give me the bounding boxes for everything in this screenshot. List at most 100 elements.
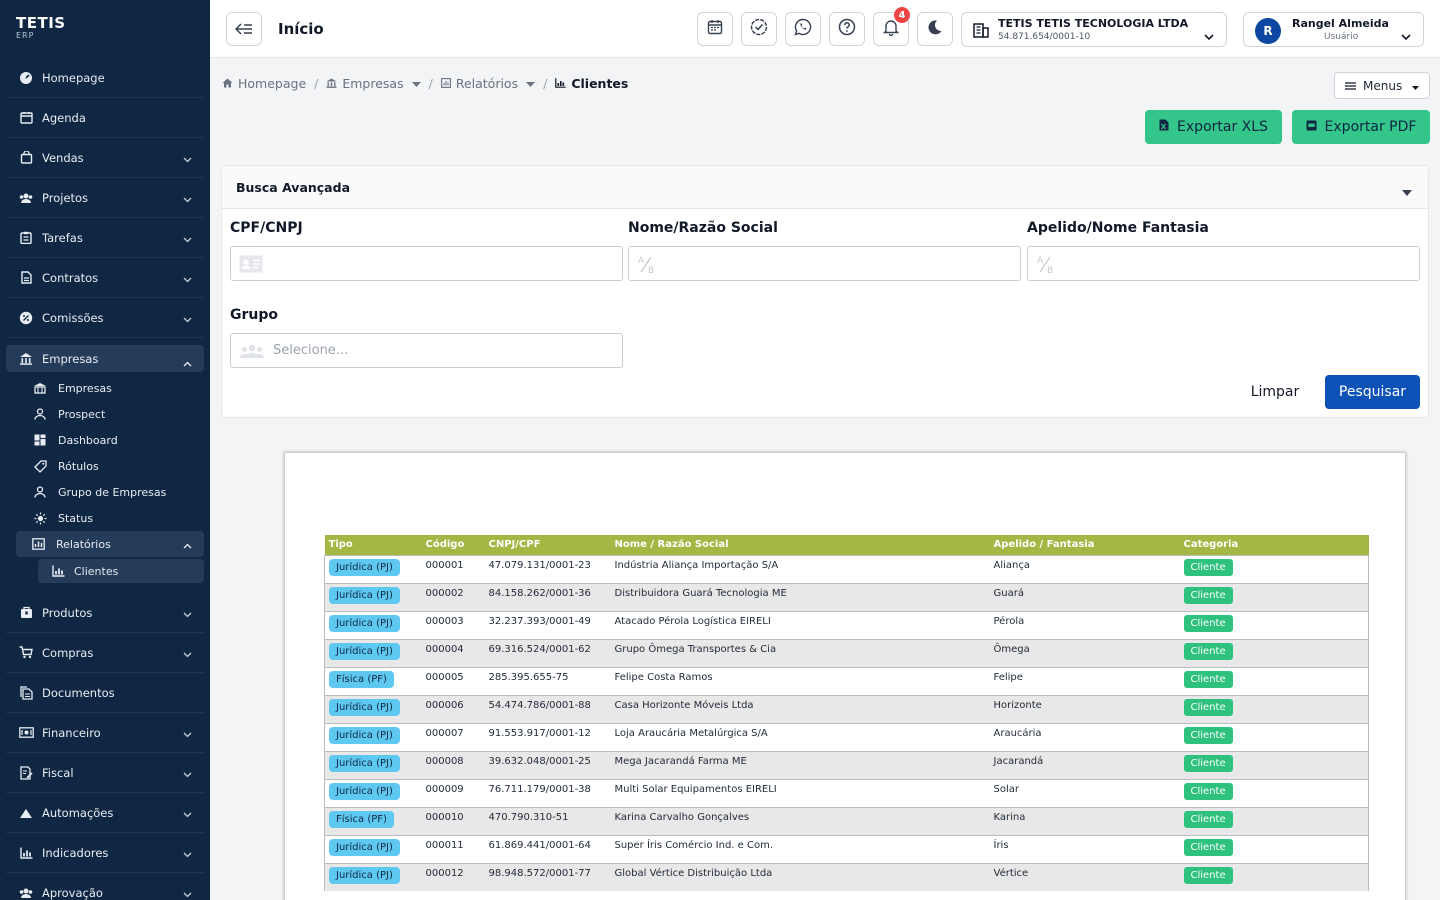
cell-apelido: Ômega: [989, 638, 1180, 667]
collapse-sidebar-button[interactable]: [226, 12, 262, 46]
column-header-codigo: Código: [421, 535, 485, 555]
tipo-badge: Jurídica (PJ): [329, 866, 400, 884]
top-bar: Início 4 TETIS TETIS TECNOLOGIA LTDA 54.…: [210, 0, 1440, 58]
sidebar-subitem-rotulos[interactable]: Rótulos: [6, 453, 204, 479]
sidebar-item-label: Compras: [42, 645, 94, 660]
cell-categoria: Cliente: [1179, 694, 1369, 723]
cell-categoria: Cliente: [1179, 834, 1369, 863]
sidebar-item-homepage[interactable]: Homepage: [6, 58, 204, 98]
sidebar-subitem-relatorios[interactable]: Relatórios: [16, 531, 204, 557]
cell-tipo: Física (PF): [324, 666, 422, 695]
breadcrumb-empresas[interactable]: Empresas: [326, 76, 421, 91]
company-cnpj: 54.871.654/0001-10: [998, 32, 1091, 42]
grupo-select[interactable]: Selecione...: [230, 333, 623, 368]
chart-icon: [30, 537, 46, 551]
sidebar-item-label: Documentos: [42, 685, 115, 700]
chevron-down-icon: [1204, 26, 1214, 45]
help-button[interactable]: [829, 12, 865, 46]
cpf-cnpj-input[interactable]: [230, 246, 623, 281]
table-row: Jurídica (PJ) 000002 84.158.262/0001-36 Dis…: [324, 582, 1369, 611]
categoria-badge: Cliente: [1183, 754, 1233, 772]
sidebar-item-compras[interactable]: Compras: [6, 633, 204, 673]
sidebar-item-vendas[interactable]: Vendas: [6, 138, 204, 178]
categoria-badge: Cliente: [1183, 586, 1233, 604]
cell-nome: Felipe Costa Ramos: [610, 666, 990, 695]
cell-codigo: 000005: [421, 666, 485, 695]
approval-button[interactable]: [741, 12, 777, 46]
user-menu[interactable]: R Rangel Almeida Usuário: [1243, 12, 1424, 47]
breadcrumb-relatorios[interactable]: Relatórios: [440, 76, 536, 91]
cell-tipo: Jurídica (PJ): [324, 554, 422, 583]
menus-dropdown-button[interactable]: Menus: [1334, 72, 1430, 99]
sidebar-subitem-empresas[interactable]: Empresas: [6, 375, 204, 401]
sidebar-item-indicadores[interactable]: Indicadores: [6, 833, 204, 873]
sidebar-item-documentos[interactable]: Documentos: [6, 673, 204, 713]
export-pdf-label: Exportar PDF: [1324, 119, 1417, 135]
sidebar-item-contratos[interactable]: Contratos: [6, 258, 204, 298]
people-icon: [18, 190, 34, 206]
cell-tipo: Jurídica (PJ): [324, 862, 422, 891]
company-selector[interactable]: TETIS TETIS TECNOLOGIA LTDA 54.871.654/0…: [961, 12, 1227, 47]
chevron-down-icon: [183, 192, 192, 206]
cell-categoria: Cliente: [1179, 582, 1369, 611]
sidebar-subitem-grupo-de-empresas[interactable]: Grupo de Empresas: [6, 479, 204, 505]
sidebar-item-label: Tarefas: [42, 230, 83, 245]
sidebar-item-comissoes[interactable]: Comissões: [6, 298, 204, 338]
apelido-nome-fantasia-input[interactable]: AB: [1027, 246, 1420, 281]
breadcrumb-separator: /: [543, 76, 548, 91]
dark-mode-toggle[interactable]: [917, 12, 953, 46]
sidebar-item-label: Aprovação: [42, 885, 103, 900]
sidebar-subitem-prospect[interactable]: Prospect: [6, 401, 204, 427]
cell-codigo: 000001: [421, 554, 485, 583]
sidebar-item-produtos[interactable]: Produtos: [6, 593, 204, 633]
bank-icon: [326, 76, 337, 91]
building-icon: [973, 22, 989, 42]
cell-cnpj-cpf: 91.553.917/0001-12: [484, 722, 611, 751]
cell-apelido: Pérola: [989, 610, 1180, 639]
sidebar-subitem-status[interactable]: Status: [6, 505, 204, 531]
export-xls-button[interactable]: Exportar XLS: [1145, 110, 1282, 144]
cell-nome: Loja Araucária Metalúrgica S/A: [610, 722, 990, 751]
calendar-button[interactable]: [697, 12, 733, 46]
breadcrumb-separator: /: [428, 76, 433, 91]
export-pdf-button[interactable]: Exportar PDF: [1292, 110, 1430, 144]
sidebar-item-agenda[interactable]: Agenda: [6, 98, 204, 138]
sidebar-item-projetos[interactable]: Projetos: [6, 178, 204, 218]
breadcrumb-home[interactable]: Homepage: [222, 76, 306, 91]
chevron-down-icon: [183, 807, 192, 821]
sidebar-item-financeiro[interactable]: Financeiro: [6, 713, 204, 753]
cell-codigo: 000011: [421, 834, 485, 863]
sidebar-item-fiscal[interactable]: Fiscal: [6, 753, 204, 793]
search-button[interactable]: Pesquisar: [1325, 375, 1420, 409]
advanced-search-header[interactable]: Busca Avançada: [222, 166, 1428, 209]
sidebar-subitem-clientes[interactable]: Clientes: [38, 559, 204, 583]
brand-logo[interactable]: TETIS ERP: [0, 0, 210, 58]
clear-button[interactable]: Limpar: [1243, 375, 1307, 409]
box-icon: [18, 605, 34, 621]
calendar-icon: [18, 110, 34, 126]
sidebar-subitem-label: Clientes: [74, 564, 119, 578]
sidebar-item-empresas[interactable]: Empresas: [6, 345, 204, 372]
whatsapp-button[interactable]: [785, 12, 821, 46]
notifications-button[interactable]: 4: [873, 7, 910, 46]
sidebar-item-aprovacao[interactable]: Aprovação: [6, 873, 204, 900]
sidebar-subitem-label: Empresas: [58, 381, 112, 395]
sidebar-item-tarefas[interactable]: Tarefas: [6, 218, 204, 258]
clipboard-icon: [18, 230, 34, 246]
sidebar-subitem-label: Prospect: [58, 407, 106, 421]
sidebar: TETIS ERP Homepage Agenda Vendas Projeto…: [0, 0, 210, 900]
tipo-badge: Física (PF): [329, 670, 394, 688]
chevron-down-icon: [183, 232, 192, 246]
advanced-search-title: Busca Avançada: [236, 179, 351, 195]
sidebar-item-automacoes[interactable]: Automações: [6, 793, 204, 833]
cell-cnpj-cpf: 285.395.655-75: [484, 666, 611, 695]
categoria-badge: Cliente: [1183, 558, 1233, 576]
cell-categoria: Cliente: [1179, 806, 1369, 835]
cell-nome: Multi Solar Equipamentos EIRELI: [610, 778, 990, 807]
menus-label: Menus: [1363, 78, 1403, 93]
files-icon: [18, 685, 34, 701]
cell-apelido: Aliança: [989, 554, 1180, 583]
sidebar-subitem-dashboard[interactable]: Dashboard: [6, 427, 204, 453]
apelido-nome-fantasia-label: Apelido/Nome Fantasia: [1027, 220, 1209, 236]
nome-razao-social-input[interactable]: AB: [628, 246, 1021, 281]
